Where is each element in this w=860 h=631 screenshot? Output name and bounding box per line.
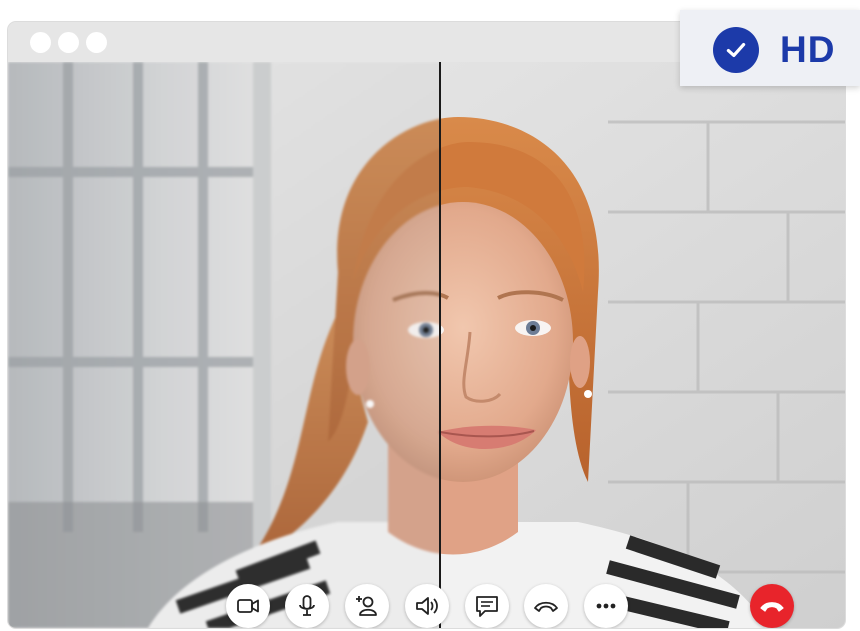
comparison-divider[interactable] (439, 62, 441, 628)
video-call-window (8, 22, 845, 628)
checkmark-circle-icon (713, 27, 759, 73)
add-person-icon (356, 596, 377, 616)
speaker-icon (416, 597, 438, 615)
hd-quality-badge: HD (680, 10, 860, 86)
window-maximize-button[interactable] (86, 32, 107, 53)
more-dots-icon (596, 603, 616, 609)
video-half-sharp (440, 62, 845, 628)
chat-button[interactable] (465, 584, 509, 628)
microphone-button[interactable] (285, 584, 329, 628)
hd-label: HD (780, 29, 836, 70)
camera-button[interactable] (226, 584, 270, 628)
chat-bubble-icon (476, 596, 498, 617)
hold-phone-icon (534, 601, 558, 612)
video-frame-sharp (440, 62, 845, 628)
video-frame-blurred (8, 62, 440, 628)
video-camera-icon (237, 599, 259, 613)
speaker-button[interactable] (405, 584, 449, 628)
window-close-button[interactable] (30, 32, 51, 53)
end-call-button[interactable] (750, 584, 794, 628)
add-participant-button[interactable] (345, 584, 389, 628)
hold-button[interactable] (524, 584, 568, 628)
window-minimize-button[interactable] (58, 32, 79, 53)
microphone-icon (299, 595, 315, 616)
video-feed (8, 62, 845, 628)
more-button[interactable] (584, 584, 628, 628)
video-half-blurred (8, 62, 440, 628)
hang-up-icon (760, 602, 784, 612)
